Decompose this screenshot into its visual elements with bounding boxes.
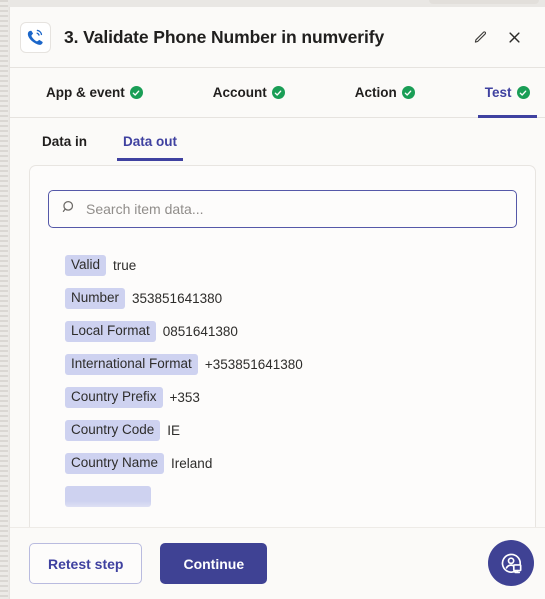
tab-action[interactable]: Action [353, 68, 417, 117]
data-rows-list: Valid true Number 353851641380 Local For… [30, 228, 535, 513]
row-value: 0851641380 [162, 324, 238, 339]
search-row [30, 166, 535, 228]
row-label [65, 486, 151, 507]
check-circle-icon [271, 86, 285, 99]
row-value: +353 [169, 390, 200, 405]
list-item[interactable]: Valid true [65, 249, 517, 282]
retest-step-button[interactable]: Retest step [29, 543, 143, 584]
list-item[interactable]: Country Code IE [65, 414, 517, 447]
step-tabs: App & event Account Action Test [10, 68, 545, 118]
tab-label: Action [354, 85, 397, 100]
tab-label: Test [484, 85, 512, 100]
tab-label: App & event [46, 85, 125, 100]
row-label: Number [65, 288, 126, 309]
pencil-icon[interactable] [468, 25, 492, 49]
row-value: +353851641380 [204, 357, 303, 372]
row-value: IE [167, 423, 181, 438]
row-label: Country Name [65, 453, 165, 474]
list-item[interactable]: International Format +353851641380 [65, 348, 517, 381]
step-detail-panel: 3. Validate Phone Number in numverify Ap… [9, 7, 545, 599]
check-circle-icon [129, 86, 143, 99]
list-item-partial[interactable] [65, 480, 517, 513]
check-circle-icon [401, 86, 415, 99]
row-label: Valid [65, 255, 107, 276]
row-value: 353851641380 [132, 291, 223, 306]
tab-label: Account [212, 85, 267, 100]
row-label: International Format [65, 354, 198, 375]
row-label: Country Prefix [65, 387, 163, 408]
list-item[interactable]: Number 353851641380 [65, 282, 517, 315]
list-item[interactable]: Country Prefix +353 [65, 381, 517, 414]
tab-app-and-event[interactable]: App & event [44, 68, 145, 117]
row-label: Country Code [65, 420, 161, 441]
tab-data-in[interactable]: Data in [42, 118, 87, 165]
search-box[interactable] [48, 190, 517, 228]
support-chat-icon[interactable] [488, 540, 534, 586]
phone-ring-icon [20, 21, 51, 53]
close-icon[interactable] [502, 25, 526, 49]
step-header: 3. Validate Phone Number in numverify [10, 7, 545, 68]
tab-account[interactable]: Account [211, 68, 287, 117]
data-tabs: Data in Data out [10, 118, 545, 165]
panel-footer: Retest step Continue [10, 527, 545, 599]
tab-data-out[interactable]: Data out [117, 118, 184, 165]
list-item[interactable]: Country Name Ireland [65, 447, 517, 480]
panel-body: Valid true Number 353851641380 Local For… [10, 165, 545, 527]
row-value: true [113, 258, 137, 273]
continue-button[interactable]: Continue [160, 543, 268, 584]
page-gutter [0, 0, 8, 599]
top-floating-edge [429, 0, 539, 4]
page-title: 3. Validate Phone Number in numverify [64, 26, 385, 47]
search-input[interactable] [86, 201, 504, 217]
tab-test[interactable]: Test [477, 68, 537, 118]
row-value: Ireland [171, 456, 213, 471]
data-out-card: Valid true Number 353851641380 Local For… [29, 165, 536, 527]
list-item[interactable]: Local Format 0851641380 [65, 315, 517, 348]
search-icon [61, 199, 77, 220]
check-circle-icon [516, 86, 530, 99]
row-label: Local Format [65, 321, 156, 342]
